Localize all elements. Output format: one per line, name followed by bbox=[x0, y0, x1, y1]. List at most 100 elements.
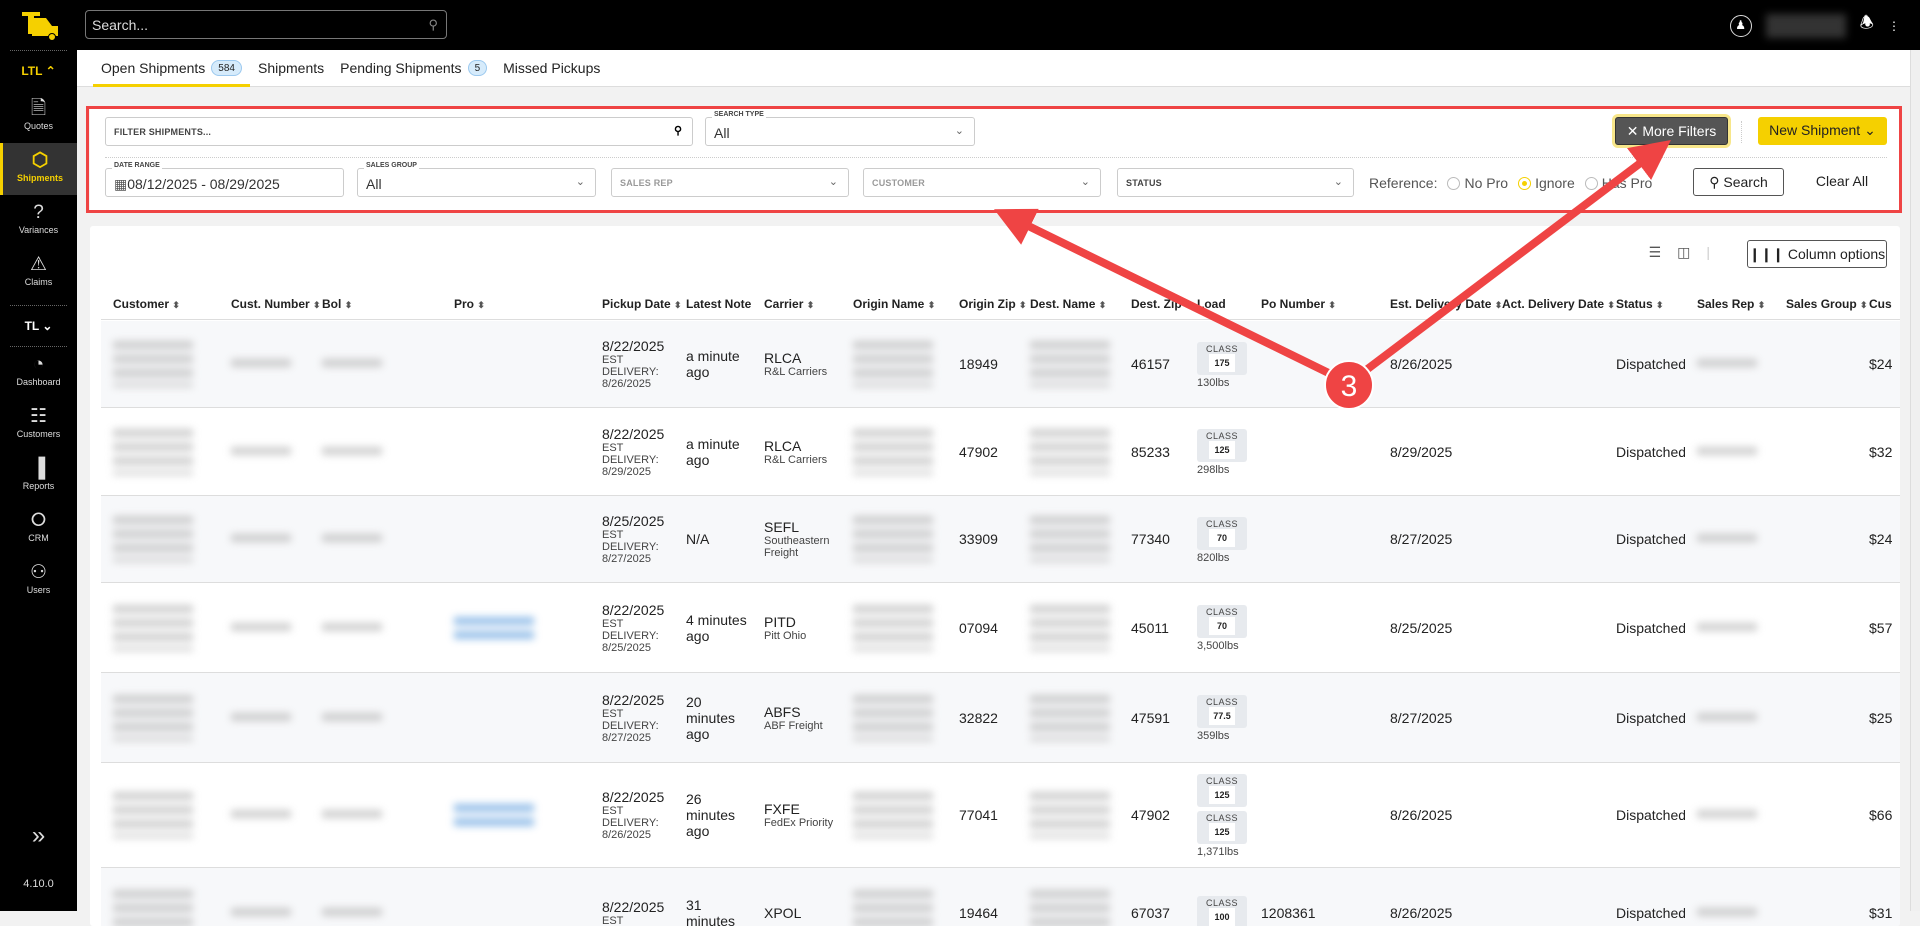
scrollbar[interactable] bbox=[1910, 50, 1920, 911]
bell-icon[interactable]: 🕭︎ bbox=[1860, 12, 1874, 39]
dest-name-cell bbox=[1018, 408, 1119, 495]
sidebar-item-crm[interactable]: ⭘CRM bbox=[0, 503, 77, 555]
column-header-origin-zip[interactable]: Origin Zip ⬍ bbox=[947, 297, 1027, 311]
sidebar-item-variances[interactable]: ?Variances bbox=[0, 195, 77, 247]
sidebar-item-users[interactable]: ⚇Users bbox=[0, 555, 77, 607]
tab-open-shipments[interactable]: Open Shipments584 bbox=[93, 50, 250, 87]
column-options-button[interactable]: ❙❙❙ Column options bbox=[1747, 240, 1887, 268]
sales-rep-cell bbox=[1685, 321, 1774, 407]
column-label: Sales Group bbox=[1786, 297, 1857, 311]
column-header-sales-group[interactable]: Sales Group ⬍ bbox=[1774, 297, 1868, 311]
column-header-origin-name[interactable]: Origin Name ⬍ bbox=[841, 297, 935, 311]
column-header-cust-number[interactable]: Cust. Number ⬍ bbox=[219, 297, 321, 311]
column-header-carrier[interactable]: Carrier ⬍ bbox=[752, 297, 814, 311]
blurred-pro-link[interactable] bbox=[454, 617, 534, 639]
est-delivery: 8/25/2025 bbox=[1390, 620, 1490, 636]
column-header-customer[interactable]: Customer ⬍ bbox=[101, 297, 180, 311]
class-value: 125 bbox=[1209, 823, 1235, 841]
table-row[interactable]: 8/22/2025ESTDELIVERY:8/26/202526 minutes… bbox=[101, 763, 1900, 868]
filter-shipments-input[interactable]: FILTER SHIPMENTS...⚲ bbox=[105, 117, 693, 146]
dest-zip-cell: 45011 bbox=[1119, 583, 1185, 672]
radio-ignore[interactable]: Ignore bbox=[1518, 175, 1575, 191]
sales-rep-select[interactable]: SALES REP⌄ bbox=[611, 168, 849, 197]
est-label: EST bbox=[602, 708, 674, 720]
origin-name-cell bbox=[841, 408, 947, 495]
load-cell: CLASS703,500lbs bbox=[1185, 583, 1249, 672]
column-header-act-delivery-date[interactable]: Act. Delivery Date ⬍ bbox=[1490, 297, 1615, 311]
origin-zip-cell: 32822 bbox=[947, 673, 1018, 762]
sort-icon[interactable]: ⬍ bbox=[1656, 300, 1664, 310]
global-search-input[interactable]: Search...⚲ bbox=[85, 10, 447, 39]
sidebar-item-reports[interactable]: ▐Reports bbox=[0, 451, 77, 503]
sort-icon[interactable]: ⬍ bbox=[928, 300, 936, 310]
dest-zip: 85233 bbox=[1131, 444, 1185, 460]
date-range-input[interactable]: DATE RANGE▦08/12/2025 - 08/29/2025 bbox=[105, 168, 344, 197]
blurred-sales-rep bbox=[1697, 908, 1757, 918]
column-header-latest-note[interactable]: Latest Note bbox=[674, 297, 751, 311]
customer-select[interactable]: CUSTOMER⌄ bbox=[863, 168, 1101, 197]
column-header-status[interactable]: Status ⬍ bbox=[1604, 297, 1664, 311]
tab-pending-shipments[interactable]: Pending Shipments5 bbox=[332, 50, 495, 87]
dest-zip-cell: 67037 bbox=[1119, 868, 1185, 926]
sales-group-select[interactable]: SALES GROUPAll⌄ bbox=[357, 168, 596, 197]
card-view-icon[interactable]: ◫ bbox=[1677, 244, 1690, 261]
expand-sidebar-icon[interactable]: » bbox=[0, 822, 77, 850]
latest-note-cell: 26 minutes ago bbox=[674, 763, 752, 867]
radio-no-pro[interactable]: No Pro bbox=[1447, 175, 1508, 191]
sort-icon[interactable]: ⬍ bbox=[1328, 300, 1336, 310]
class-badge: CLASS125 bbox=[1197, 774, 1247, 807]
table-row[interactable]: 8/22/2025ESTDELIVERY:8/27/202520 minutes… bbox=[101, 673, 1900, 763]
sidebar-item-claims[interactable]: ⚠Claims bbox=[0, 247, 77, 299]
sort-icon[interactable]: ⬍ bbox=[172, 300, 180, 310]
sidebar-section-ltl[interactable]: LTL ⌃ bbox=[0, 51, 77, 91]
sort-icon[interactable]: ⬍ bbox=[807, 300, 815, 310]
tab-missed-pickups[interactable]: Missed Pickups bbox=[495, 50, 608, 87]
search-type-select[interactable]: SEARCH TYPEAll⌄ bbox=[705, 117, 975, 146]
sidebar-item-shipments[interactable]: ⬡Shipments bbox=[0, 143, 77, 195]
cus-cell: $25 bbox=[1857, 673, 1900, 762]
sidebar-section-tl[interactable]: TL ⌄ bbox=[0, 306, 77, 346]
column-header-pickup-date[interactable]: Pickup Date ⬍ bbox=[590, 297, 682, 311]
sort-icon[interactable]: ⬍ bbox=[1099, 300, 1107, 310]
blurred-pro-link[interactable] bbox=[454, 804, 534, 826]
customer-cell bbox=[101, 583, 219, 672]
class-value: 77.5 bbox=[1209, 707, 1235, 725]
sort-icon[interactable]: ⬍ bbox=[1758, 300, 1766, 310]
blurred-value bbox=[231, 534, 291, 544]
sidebar-item-quotes[interactable]: 🗎Quotes bbox=[0, 91, 77, 143]
logo-truck-icon[interactable] bbox=[20, 10, 60, 40]
column-header-bol[interactable]: Bol ⬍ bbox=[310, 297, 352, 311]
column-header-pro[interactable]: Pro ⬍ bbox=[442, 297, 485, 311]
more-filters-button[interactable]: ✕ More Filters bbox=[1615, 117, 1728, 145]
tab-shipments[interactable]: Shipments bbox=[250, 50, 332, 87]
column-header-dest-name[interactable]: Dest. Name ⬍ bbox=[1018, 297, 1106, 311]
sidebar-item-dashboard[interactable]: ◔Dashboard bbox=[0, 347, 77, 399]
table-row[interactable]: 8/25/2025ESTDELIVERY:8/27/2025N/ASEFLSou… bbox=[101, 496, 1900, 583]
table-row[interactable]: 8/22/2025ESTDELIVERY:8/25/20254 minutes … bbox=[101, 583, 1900, 673]
tab-label: Pending Shipments bbox=[340, 60, 461, 87]
radio-has-pro[interactable]: Has Pro bbox=[1585, 175, 1653, 191]
sort-icon[interactable]: ⬍ bbox=[345, 300, 353, 310]
clear-all-button[interactable]: Clear All bbox=[1812, 168, 1872, 196]
user-name-blurred[interactable] bbox=[1766, 14, 1846, 38]
list-view-icon[interactable]: ☰ bbox=[1649, 244, 1662, 261]
column-header-po-number[interactable]: Po Number ⬍ bbox=[1249, 297, 1336, 311]
status-select[interactable]: STATUS⌄ bbox=[1117, 168, 1354, 197]
calendar-icon: ▦ bbox=[114, 176, 127, 192]
column-header-dest-zip[interactable]: Dest. Zip ⬍ bbox=[1119, 297, 1193, 311]
new-shipment-button[interactable]: New Shipment ⌄ bbox=[1758, 117, 1887, 145]
table-row[interactable]: 8/22/2025ESTDELIVERY:8/26/2025a minute a… bbox=[101, 321, 1900, 408]
column-header-load[interactable]: Load bbox=[1185, 297, 1226, 311]
column-header-cus[interactable]: Cus bbox=[1857, 297, 1892, 311]
table-row[interactable]: 8/22/2025EST31 minutesXPOL1946467037CLAS… bbox=[101, 868, 1900, 926]
search-button[interactable]: ⚲ Search bbox=[1693, 168, 1784, 196]
blurred-value bbox=[322, 447, 382, 457]
table-row[interactable]: 8/22/2025ESTDELIVERY:8/29/2025a minute a… bbox=[101, 408, 1900, 496]
more-vertical-icon[interactable]: ⋮ bbox=[1888, 19, 1900, 33]
column-header-est-delivery-date[interactable]: Est. Delivery Date ⬍ bbox=[1378, 297, 1502, 311]
sort-icon[interactable]: ⬍ bbox=[477, 300, 485, 310]
accessibility-icon[interactable]: ♟ bbox=[1730, 15, 1752, 37]
column-header-sales-rep[interactable]: Sales Rep ⬍ bbox=[1685, 297, 1765, 311]
blurred-customer bbox=[113, 695, 193, 741]
sidebar-item-customers[interactable]: ☷Customers bbox=[0, 399, 77, 451]
